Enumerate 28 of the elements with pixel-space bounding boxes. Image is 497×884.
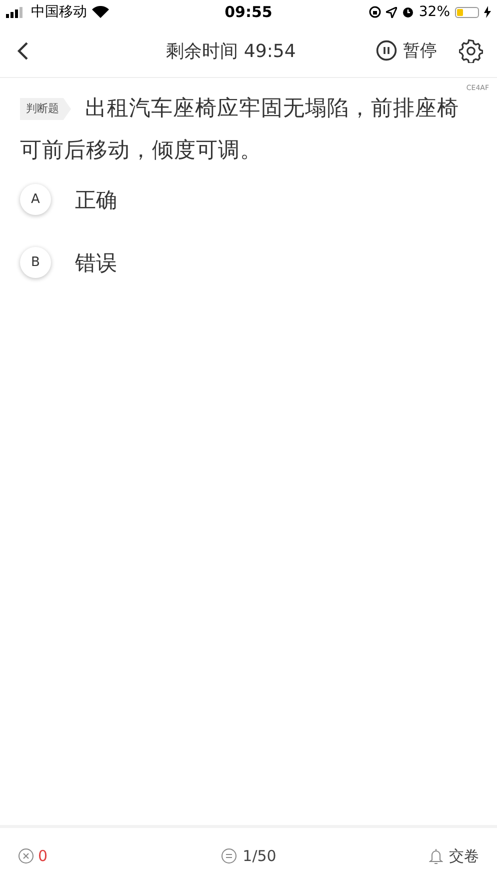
option-letter: A (20, 184, 51, 215)
list-icon (220, 848, 237, 864)
alarm-icon (402, 6, 414, 18)
rotation-lock-icon (368, 6, 381, 18)
pause-icon (376, 40, 397, 61)
option-text: 错误 (75, 250, 117, 276)
battery-icon (455, 6, 479, 18)
option-letter: B (20, 247, 51, 278)
wifi-icon (92, 6, 109, 18)
charging-icon (484, 6, 491, 18)
wrong-icon (18, 848, 34, 864)
wrong-count: 0 (38, 847, 48, 865)
time-remaining: 剩余时间 49:54 (165, 40, 297, 62)
question-text: 判断题 出租汽车座椅应牢固无塌陷，前排座椅可前后移动，倾度可调。 (20, 95, 460, 165)
back-icon[interactable] (16, 40, 30, 60)
submit-button[interactable]: 交卷 (429, 846, 480, 866)
settings-icon[interactable] (459, 38, 483, 62)
progress-button[interactable]: 1/50 (220, 847, 276, 865)
pause-button[interactable]: 暂停 (376, 39, 437, 62)
battery-percent: 32% (418, 4, 450, 20)
option-text: 正确 (75, 186, 117, 214)
answer-option[interactable]: A 正确 (20, 184, 477, 215)
location-icon (386, 6, 397, 18)
status-time: 09:55 (224, 3, 272, 21)
answer-option[interactable]: B 错误 (20, 247, 477, 278)
question-type-tag: 判断题 (20, 98, 71, 120)
bell-icon (429, 848, 444, 864)
carrier-name: 中国移动 (31, 3, 87, 21)
